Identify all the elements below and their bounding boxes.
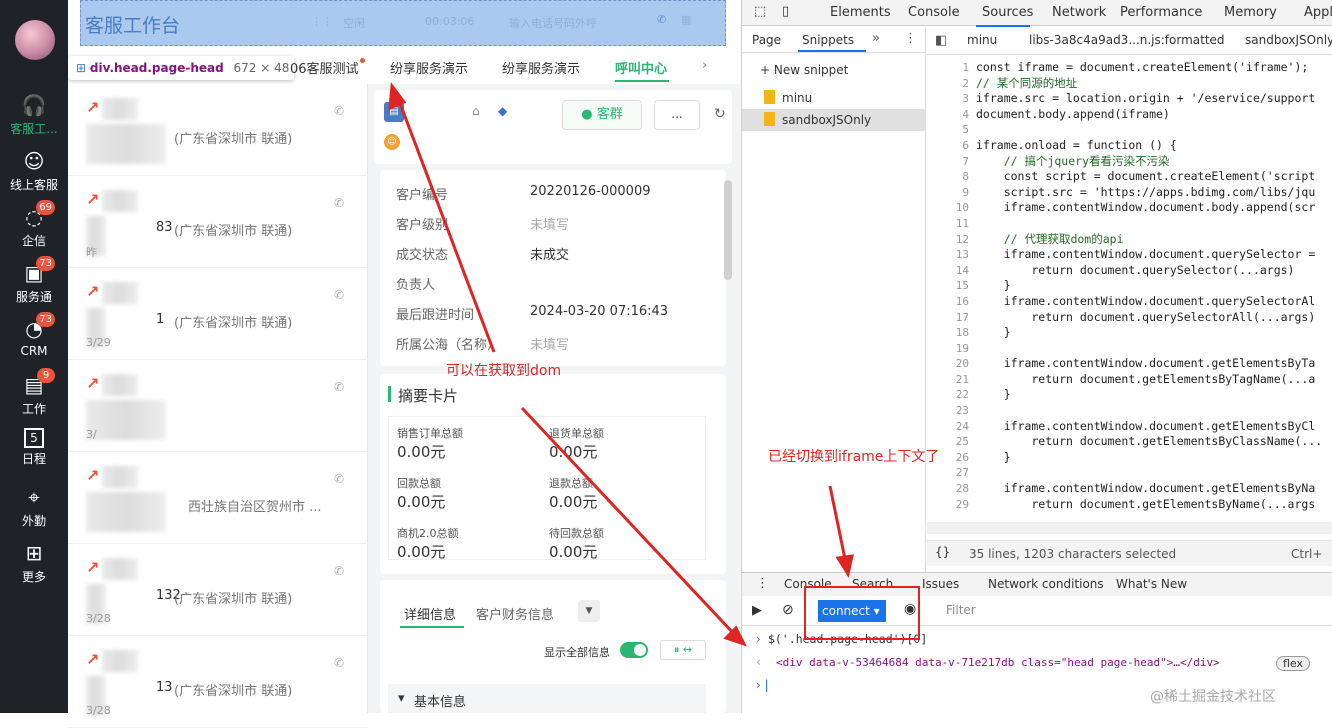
annotation-dom: 可以在获取到dom <box>446 363 562 379</box>
arrow-to-context <box>828 485 848 565</box>
arrow-to-head <box>396 97 496 353</box>
arrow-to-console <box>520 406 738 638</box>
arrowhead-3 <box>835 554 854 578</box>
annotation-iframe: 已经切换到iframe上下文了 <box>768 449 940 465</box>
annotation-arrows <box>388 81 854 647</box>
context-highlight-box <box>804 586 920 640</box>
